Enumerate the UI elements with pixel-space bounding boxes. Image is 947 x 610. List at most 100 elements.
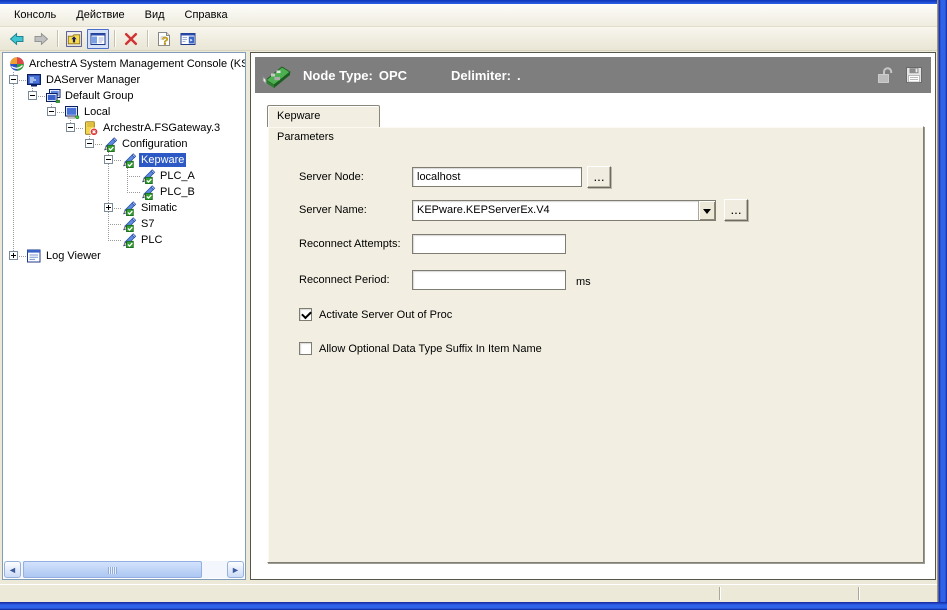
suffix-checkbox-label: Allow Optional Data Type Suffix In Item … bbox=[319, 343, 542, 355]
kepware-parameters-panel: Server Node: ... Server Name: KEPware.KE… bbox=[267, 126, 924, 563]
delete-button[interactable] bbox=[120, 29, 142, 49]
tree-item-default-group[interactable]: Default Group bbox=[3, 88, 246, 104]
reconnect-period-label: Reconnect Period: bbox=[299, 274, 390, 286]
tree-item-plc_b[interactable]: PLC_B bbox=[3, 184, 246, 200]
expand-toggle-minus[interactable] bbox=[47, 107, 56, 116]
menu-item-0[interactable]: Консоль bbox=[4, 6, 66, 24]
tree-item-label: ArchestrA.FSGateway.3 bbox=[101, 121, 222, 135]
config-node-icon bbox=[102, 136, 118, 152]
toolbar-separator bbox=[114, 30, 115, 47]
gateway-icon bbox=[83, 120, 99, 136]
console-icon bbox=[9, 56, 25, 72]
tree-item-local[interactable]: Local bbox=[3, 104, 246, 120]
tree-item-label: PLC_A bbox=[158, 169, 197, 183]
tree-item-label: DAServer Manager bbox=[44, 73, 142, 87]
expand-toggle-minus[interactable] bbox=[85, 139, 94, 148]
config-node-icon bbox=[121, 216, 137, 232]
menu-item-3[interactable]: Справка bbox=[175, 6, 238, 24]
tree-item-label: PLC_B bbox=[158, 185, 197, 199]
tree-item-label: Default Group bbox=[63, 89, 135, 103]
scrollbar-thumb[interactable] bbox=[23, 561, 202, 578]
delimiter-label: Delimiter: bbox=[451, 68, 511, 83]
tree-item-label: Simatic bbox=[139, 201, 179, 215]
server-node-label: Server Node: bbox=[299, 171, 364, 183]
menu-item-2[interactable]: Вид bbox=[135, 6, 175, 24]
server-node-browse-button[interactable]: ... bbox=[587, 166, 611, 188]
tree-item-label: Log Viewer bbox=[44, 249, 103, 263]
status-divider bbox=[719, 587, 720, 600]
server-manager-icon bbox=[26, 72, 42, 88]
back-button[interactable] bbox=[6, 29, 28, 49]
tree-item-log-viewer[interactable]: Log Viewer bbox=[3, 248, 246, 264]
server-name-combobox[interactable]: KEPware.KEPServerEx.V4 bbox=[412, 200, 716, 221]
console-tree-pane: ArchestrA System Management Console (KST… bbox=[2, 52, 246, 580]
expand-toggle-plus[interactable] bbox=[9, 251, 18, 260]
status-divider bbox=[858, 587, 859, 600]
tree-item-archestra-system-management-console-kst[interactable]: ArchestrA System Management Console (KST bbox=[3, 56, 246, 72]
up-folder-button[interactable] bbox=[63, 29, 85, 49]
config-node-icon bbox=[121, 152, 137, 168]
show-hide-tree-icon bbox=[90, 31, 106, 47]
tree-item-label: ArchestrA System Management Console (KST bbox=[27, 57, 246, 71]
help-icon: ? bbox=[156, 31, 172, 47]
activate-checkbox[interactable] bbox=[299, 308, 312, 321]
config-node-icon bbox=[121, 200, 137, 216]
expand-toggle-minus[interactable] bbox=[9, 75, 18, 84]
node-type-label: Node Type: bbox=[303, 68, 373, 83]
server-name-browse-button[interactable]: ... bbox=[724, 199, 748, 221]
reconnect-attempts-input[interactable] bbox=[412, 234, 566, 254]
chevron-down-icon[interactable] bbox=[698, 201, 715, 220]
expand-toggle-minus[interactable] bbox=[104, 155, 113, 164]
unlock-icon[interactable] bbox=[875, 65, 895, 85]
delimiter-field: Delimiter: . bbox=[451, 57, 521, 93]
expand-toggle-plus[interactable] bbox=[104, 203, 113, 212]
tree-item-label: Kepware bbox=[139, 153, 186, 167]
tree-item-s7[interactable]: S7 bbox=[3, 216, 246, 232]
scroll-left-button[interactable]: ◄ bbox=[4, 561, 21, 578]
tree-item-plc[interactable]: PLC bbox=[3, 232, 246, 248]
status-section bbox=[721, 585, 857, 602]
log-viewer-icon bbox=[26, 248, 42, 264]
detail-pane: Node Type: OPC Delimiter: . Kepware Para… bbox=[250, 52, 936, 580]
tab-kepware-parameters[interactable]: Kepware Parameters bbox=[267, 105, 380, 127]
node-type-value: OPC bbox=[379, 68, 407, 83]
node-type-field: Node Type: OPC bbox=[303, 57, 407, 93]
tree-item-kepware[interactable]: Kepware bbox=[3, 152, 246, 168]
up-folder-icon bbox=[66, 31, 82, 47]
expand-toggle-minus[interactable] bbox=[28, 91, 37, 100]
tree-horizontal-scrollbar[interactable]: ◄ ► bbox=[4, 561, 244, 578]
server-node-input[interactable] bbox=[412, 167, 582, 187]
tree-item-label: Local bbox=[82, 105, 112, 119]
config-node-icon bbox=[140, 168, 156, 184]
panel-right-button[interactable] bbox=[177, 29, 199, 49]
forward-button[interactable] bbox=[30, 29, 52, 49]
config-node-icon bbox=[121, 232, 137, 248]
menu-item-1[interactable]: Действие bbox=[66, 6, 134, 24]
toolbar-separator bbox=[147, 30, 148, 47]
status-bar bbox=[0, 584, 937, 602]
group-icon bbox=[45, 88, 61, 104]
scroll-right-button[interactable]: ► bbox=[227, 561, 244, 578]
tree-item-simatic[interactable]: Simatic bbox=[3, 200, 246, 216]
help-button[interactable]: ? bbox=[153, 29, 175, 49]
device-card-icon bbox=[260, 60, 294, 90]
panel-right-icon bbox=[180, 31, 196, 47]
suffix-checkbox[interactable] bbox=[299, 342, 312, 355]
tree-item-configuration[interactable]: Configuration bbox=[3, 136, 246, 152]
status-section bbox=[0, 585, 719, 602]
window-border-right bbox=[937, 0, 947, 610]
tree-item-plc_a[interactable]: PLC_A bbox=[3, 168, 246, 184]
forward-icon bbox=[33, 31, 49, 47]
delete-icon bbox=[123, 31, 139, 47]
server-name-label: Server Name: bbox=[299, 204, 367, 216]
tree-item-label: S7 bbox=[139, 217, 156, 231]
reconnect-period-input[interactable] bbox=[412, 270, 566, 290]
reconnect-period-unit: ms bbox=[576, 276, 591, 288]
tree-item-archestra-fsgateway-3[interactable]: ArchestrA.FSGateway.3 bbox=[3, 120, 246, 136]
status-section bbox=[860, 585, 936, 602]
show-hide-tree-button[interactable] bbox=[87, 29, 109, 49]
tree-item-daserver-manager[interactable]: DAServer Manager bbox=[3, 72, 246, 88]
save-icon[interactable] bbox=[904, 65, 924, 85]
expand-toggle-minus[interactable] bbox=[66, 123, 75, 132]
server-name-value: KEPware.KEPServerEx.V4 bbox=[413, 201, 698, 220]
